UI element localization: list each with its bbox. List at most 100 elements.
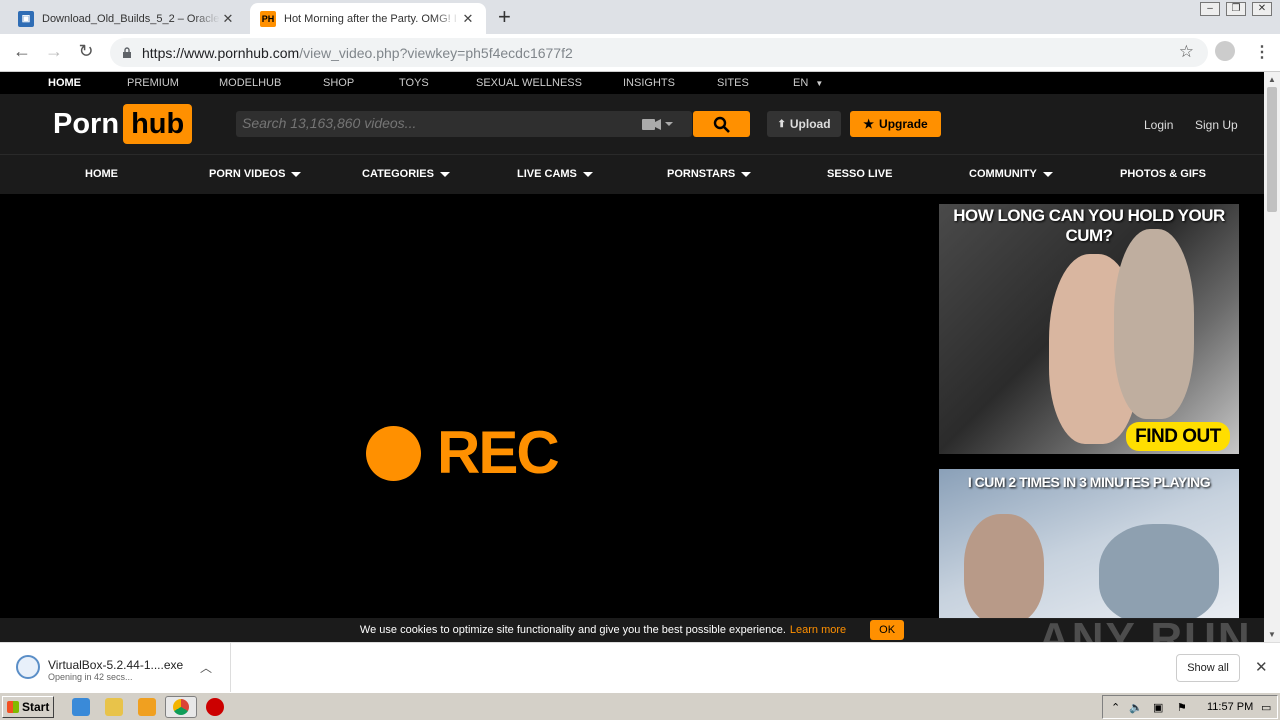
search-input[interactable] [236, 111, 616, 135]
upload-label: Upload [789, 117, 831, 131]
profile-avatar-icon[interactable] [1215, 41, 1235, 61]
browser-tab-strip: ▣ Download_Old_Builds_5_2 – Oracle VM Vi… [0, 0, 1280, 34]
browser-menu-icon[interactable]: ⋮ [1254, 42, 1270, 62]
page-scrollbar[interactable]: ▲ ▼ [1264, 72, 1280, 642]
ad-figure-image [1099, 524, 1219, 619]
address-bar[interactable]: https://www.pornhub.com/view_video.php?v… [110, 38, 1208, 67]
caret-down-icon [291, 171, 302, 177]
caret-down-icon [582, 171, 593, 177]
main-nav: HOME PORN VIDEOS CATEGORIES LIVE CAMS PO… [0, 154, 1264, 194]
mainnav-label: LIVE CAMS [517, 168, 577, 180]
windows-logo-icon [7, 701, 19, 713]
network-icon[interactable]: ▣ [1153, 701, 1163, 714]
mainnav-label: PORNSTARS [667, 168, 736, 180]
signup-link[interactable]: Sign Up [1195, 118, 1238, 132]
internet-explorer-icon[interactable] [72, 698, 90, 716]
system-tray: ⌃ 🔈 ▣ ⚑ 11:57 PM ▭ [1102, 695, 1278, 719]
topnav-toys[interactable]: TOYS [399, 77, 429, 89]
caret-down-icon [439, 171, 450, 177]
close-download-bar-icon[interactable]: ✕ [1255, 658, 1268, 676]
scroll-down-icon[interactable]: ▼ [1268, 630, 1276, 639]
caret-down-icon [741, 171, 752, 177]
ad-headline: HOW LONG CAN YOU HOLD YOUR CUM? [953, 206, 1225, 245]
rec-overlay: REC [366, 423, 560, 483]
minimize-button[interactable]: – [1200, 2, 1220, 16]
show-all-button[interactable]: Show all [1176, 654, 1240, 682]
sidebar-ad-2[interactable]: I CUM 2 TIMES IN 3 MINUTES PLAYING [939, 469, 1239, 619]
ad-figure-image [964, 514, 1044, 619]
download-item[interactable]: VirtualBox-5.2.44-1....exe Opening in 42… [0, 643, 231, 693]
flag-icon[interactable]: ⚑ [1177, 701, 1187, 714]
show-desktop-icon[interactable]: ▭ [1261, 701, 1271, 714]
mainnav-community[interactable]: COMMUNITY [969, 168, 1053, 180]
pornhub-favicon-icon: PH [260, 10, 276, 27]
close-tab-icon[interactable]: ✕ [220, 11, 236, 27]
lock-icon [123, 47, 131, 58]
video-player[interactable]: REC [0, 194, 930, 618]
new-tab-button[interactable]: + [498, 6, 511, 28]
cookie-text: We use cookies to optimize site function… [359, 624, 786, 636]
upload-arrow-icon: ⬆ [777, 118, 786, 130]
mainnav-porn-videos[interactable]: PORN VIDEOS [209, 168, 302, 180]
ad-figure-image [1114, 229, 1194, 419]
opera-icon[interactable] [206, 698, 224, 716]
close-window-button[interactable]: ✕ [1252, 2, 1272, 16]
mainnav-sesso-live[interactable]: SESSO LIVE [827, 168, 892, 180]
logo-part2: hub [123, 104, 193, 144]
mainnav-pornstars[interactable]: PORNSTARS [667, 168, 752, 180]
cookie-ok-button[interactable]: OK [870, 620, 905, 640]
topnav-modelhub[interactable]: MODELHUB [219, 77, 281, 89]
mainnav-label: PHOTOS & GIFS [1120, 168, 1206, 180]
media-player-icon[interactable] [138, 698, 156, 716]
tray-expand-icon[interactable]: ⌃ [1111, 701, 1120, 714]
site-logo[interactable]: Porn hub [53, 104, 193, 144]
close-tab-icon[interactable]: ✕ [460, 11, 476, 27]
mainnav-label: COMMUNITY [969, 168, 1037, 180]
start-button[interactable]: Start [2, 696, 54, 718]
volume-icon[interactable]: 🔈 [1129, 701, 1143, 714]
tab-title: Download_Old_Builds_5_2 – Oracle VM Virt… [42, 12, 220, 25]
browser-toolbar: ← → ↻ https://www.pornhub.com/view_video… [0, 34, 1280, 72]
upgrade-label: Upgrade [879, 117, 928, 131]
search-button[interactable] [693, 111, 750, 137]
forward-icon[interactable]: → [42, 41, 66, 62]
upgrade-button[interactable]: ★ Upgrade [850, 111, 941, 137]
mainnav-label: PORN VIDEOS [209, 168, 286, 180]
chrome-taskbar-button[interactable] [165, 696, 197, 718]
record-dot-icon [366, 425, 421, 481]
tab-title: Hot Morning after the Party. OMG! I [284, 12, 457, 25]
scroll-up-icon[interactable]: ▲ [1268, 75, 1276, 84]
download-filename: VirtualBox-5.2.44-1....exe [48, 658, 184, 672]
topnav-shop[interactable]: SHOP [323, 77, 354, 89]
file-explorer-icon[interactable] [105, 698, 123, 716]
topnav-language[interactable]: EN ▼ [793, 77, 823, 89]
upload-button[interactable]: ⬆ Upload [767, 111, 841, 137]
find-out-button[interactable]: FIND OUT [1126, 422, 1230, 451]
topnav-sexual-wellness[interactable]: SEXUAL WELLNESS [476, 77, 582, 89]
tab-virtualbox[interactable]: ▣ Download_Old_Builds_5_2 – Oracle VM Vi… [8, 3, 246, 34]
mainnav-live-cams[interactable]: LIVE CAMS [517, 168, 593, 180]
ad-headline: I CUM 2 TIMES IN 3 MINUTES PLAYING [967, 474, 1211, 490]
sidebar-ad-1[interactable]: HOW LONG CAN YOU HOLD YOUR CUM? FIND OUT [939, 204, 1239, 454]
mainnav-home[interactable]: HOME [85, 168, 118, 180]
topnav-sites[interactable]: SITES [717, 77, 749, 89]
topnav-insights[interactable]: INSIGHTS [623, 77, 675, 89]
chevron-down-icon: ▼ [815, 79, 824, 88]
mainnav-label: HOME [85, 168, 118, 180]
mainnav-photos-gifs[interactable]: PHOTOS & GIFS [1120, 168, 1206, 180]
back-icon[interactable]: ← [10, 41, 34, 62]
topnav-home[interactable]: HOME [48, 77, 81, 89]
url-host: https://www.pornhub.com [142, 44, 300, 61]
caret-down-icon [1042, 171, 1053, 177]
scrollbar-thumb[interactable] [1267, 87, 1277, 212]
learn-more-link[interactable]: Learn more [790, 624, 846, 636]
chevron-up-icon[interactable]: ︿ [200, 659, 212, 676]
bookmark-star-icon[interactable]: ☆ [1179, 42, 1194, 62]
mainnav-categories[interactable]: CATEGORIES [362, 168, 450, 180]
video-camera-dropdown-icon[interactable] [642, 117, 674, 131]
login-link[interactable]: Login [1144, 118, 1173, 132]
topnav-premium[interactable]: PREMIUM [127, 77, 179, 89]
tab-pornhub[interactable]: PH Hot Morning after the Party. OMG! I ✕ [250, 3, 486, 34]
restore-button[interactable]: ❐ [1226, 2, 1246, 16]
reload-icon[interactable]: ↻ [74, 41, 98, 62]
